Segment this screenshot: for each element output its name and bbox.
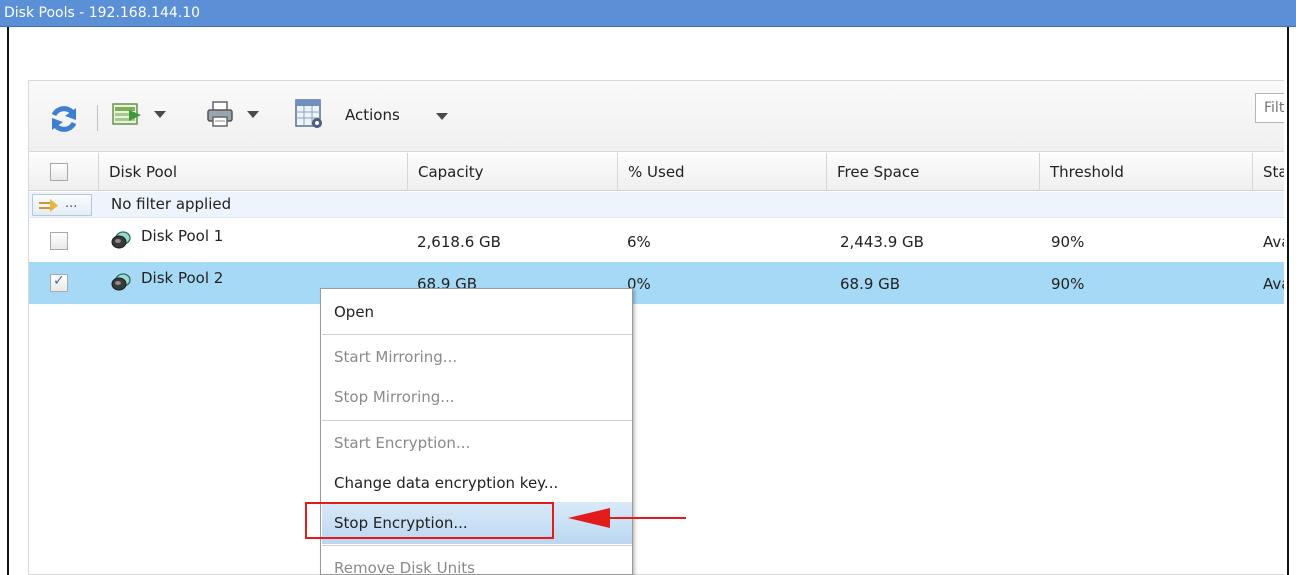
row-status: Ava [1263, 275, 1284, 293]
filter-input[interactable] [1255, 93, 1284, 123]
row-status: Ava [1263, 233, 1284, 251]
table-header: Disk Pool Capacity % Used Free Space Thr… [29, 153, 1284, 191]
toolbar-separator [97, 105, 98, 131]
column-header-capacity[interactable]: Capacity [407, 153, 618, 191]
annotation-arrow-head [568, 508, 610, 528]
column-header-disk-pool[interactable]: Disk Pool [98, 153, 408, 191]
menu-item-start-encryption[interactable]: Start Encryption... [322, 422, 632, 464]
column-header-status[interactable]: Sta [1252, 153, 1284, 191]
actions-dropdown-caret [436, 113, 448, 120]
row-disk-pool-name: Disk Pool 2 [141, 269, 224, 287]
disk-pools-panel: Actions Disk Pool Capacity % Used Free S… [28, 80, 1284, 575]
filter-status-text: No filter applied [111, 195, 232, 213]
row-disk-pool-name: Disk Pool 1 [141, 227, 224, 245]
menu-item-change-data-encryption-key[interactable]: Change data encryption key... [322, 462, 632, 504]
export-icon[interactable] [111, 101, 143, 127]
print-dropdown-caret[interactable] [247, 111, 259, 118]
menu-separator [322, 334, 632, 335]
annotation-highlight-box [305, 502, 554, 539]
actions-menu-button[interactable]: Actions [345, 106, 448, 126]
menu-item-remove-disk-units[interactable]: Remove Disk Units [322, 547, 632, 574]
disk-pool-icon [111, 231, 131, 249]
column-header-percent-used[interactable]: % Used [617, 153, 828, 191]
row-checkbox[interactable] [50, 273, 68, 292]
menu-separator [322, 420, 632, 421]
window-frame-right [1287, 27, 1296, 575]
column-header-threshold[interactable]: Threshold [1039, 153, 1252, 191]
print-icon[interactable] [205, 99, 235, 129]
window-title: Disk Pools - 192.168.144.10 [4, 5, 201, 21]
filter-toggle-button[interactable]: ... [32, 194, 92, 216]
row-percent-used: 6% [627, 233, 651, 251]
actions-label: Actions [345, 106, 400, 124]
select-all-checkbox[interactable] [50, 163, 68, 181]
row-threshold: 90% [1051, 233, 1085, 251]
row-free-space: 2,443.9 GB [840, 233, 924, 251]
table-row-selected[interactable]: Disk Pool 2 68.9 GB 0% 68.9 GB 90% Ava [29, 262, 1284, 304]
window-frame-left [0, 27, 9, 575]
column-header-free-space[interactable]: Free Space [826, 153, 1039, 191]
menu-separator [322, 545, 632, 546]
annotation-arrow-line [608, 517, 686, 519]
export-dropdown-caret[interactable] [154, 111, 166, 118]
menu-item-stop-mirroring[interactable]: Stop Mirroring... [322, 376, 632, 418]
filter-arrow-icon [39, 199, 58, 212]
row-checkbox[interactable] [50, 232, 68, 250]
window-titlebar: Disk Pools - 192.168.144.10 [0, 0, 1296, 27]
row-capacity: 2,618.6 GB [417, 233, 501, 251]
row-threshold: 90% [1051, 275, 1085, 293]
refresh-icon[interactable] [48, 103, 80, 135]
menu-item-open[interactable]: Open [322, 291, 632, 333]
menu-item-start-mirroring[interactable]: Start Mirroring... [322, 336, 632, 378]
filter-row: ... No filter applied [29, 192, 1284, 218]
toolbar: Actions [29, 81, 1284, 152]
row-free-space: 68.9 GB [840, 275, 901, 293]
disk-pool-icon [111, 273, 131, 291]
table-row[interactable]: Disk Pool 1 2,618.6 GB 6% 2,443.9 GB 90%… [29, 220, 1284, 262]
columns-icon[interactable] [294, 98, 324, 130]
filter-toggle-label: ... [65, 196, 78, 211]
